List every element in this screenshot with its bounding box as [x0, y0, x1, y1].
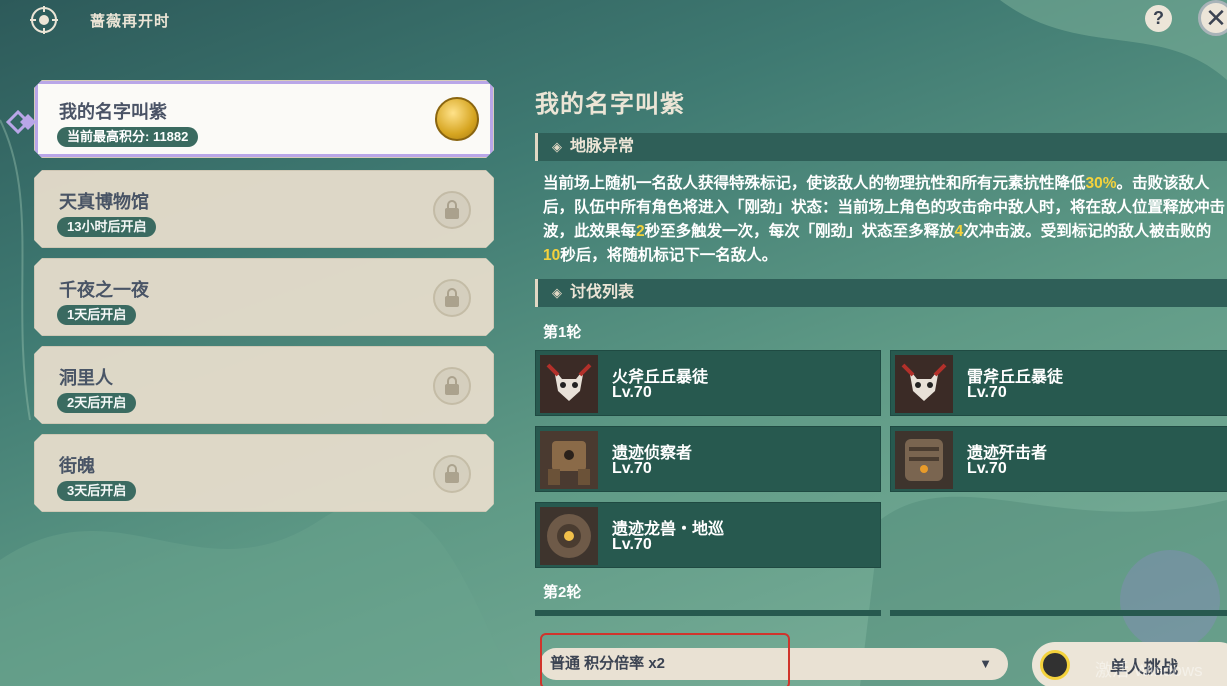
stage-title: 街魄	[59, 456, 95, 476]
enemy-card-partial	[535, 610, 881, 616]
event-name: 蔷薇再开时	[90, 13, 171, 30]
mode-select-value: 普通 积分倍率 x2	[550, 655, 666, 672]
enemy-card[interactable]: 火斧丘丘暴徒 Lv.70	[535, 350, 881, 416]
stage-card-locked[interactable]: 洞里人 2天后开启	[34, 346, 494, 424]
enemy-level: Lv.70	[967, 460, 1007, 477]
round-1-label: 第1轮	[543, 324, 582, 341]
stage-title: 千夜之一夜	[59, 280, 149, 300]
start-circle-icon	[1040, 650, 1070, 680]
desc-text: 秒后，将随机标记下一名敌人。	[560, 247, 778, 264]
enemy-portrait	[540, 355, 598, 413]
desc-text: 次冲击波。受到标记的敌人被击败的	[963, 223, 1212, 240]
windows-activation-watermark: 激活 Windows	[1095, 661, 1203, 680]
enemy-card[interactable]: 遗迹龙兽・地巡 Lv.70	[535, 502, 881, 568]
enemy-portrait	[895, 355, 953, 413]
desc-text: 当前场上随机一名敌人获得特殊标记，使该敌人的物理抗性和所有元素抗性降低	[543, 175, 1086, 192]
lock-icon	[433, 191, 471, 229]
enemy-level: Lv.70	[612, 536, 652, 553]
close-button[interactable]: ✕	[1198, 0, 1227, 36]
ley-line-header: ◈ 地脉异常	[535, 133, 1227, 161]
stage-card-locked[interactable]: 街魄 3天后开启	[34, 434, 494, 512]
chevron-down-icon: ▼	[979, 656, 992, 671]
enemy-level: Lv.70	[967, 384, 1007, 401]
stage-card-selected[interactable]: 我的名字叫紫 当前最高积分: 11882	[34, 80, 494, 158]
enemy-card-partial	[890, 610, 1227, 616]
desc-highlight: 4	[954, 223, 964, 240]
enemy-portrait	[895, 431, 953, 489]
stage-detail-title: 我的名字叫紫	[535, 91, 685, 118]
event-logo-icon	[30, 6, 58, 34]
desc-highlight: 30%	[1085, 175, 1117, 192]
stage-open-time-badge: 1天后开启	[57, 305, 136, 325]
help-button[interactable]: ?	[1145, 5, 1172, 32]
ley-line-description: 当前场上随机一名敌人获得特殊标记，使该敌人的物理抗性和所有元素抗性降低30%。击…	[543, 172, 1227, 268]
stage-open-time-badge: 13小时后开启	[57, 217, 156, 237]
stage-open-time-badge: 3天后开启	[57, 481, 136, 501]
medal-icon	[435, 97, 479, 141]
diamond-icon: ◈	[552, 285, 562, 300]
stage-title: 天真博物馆	[59, 192, 149, 212]
enemy-card[interactable]: 遗迹歼击者 Lv.70	[890, 426, 1227, 492]
enemy-list-header: ◈ 讨伐列表	[535, 279, 1227, 307]
lock-icon	[433, 279, 471, 317]
stage-card-locked[interactable]: 千夜之一夜 1天后开启	[34, 258, 494, 336]
lock-icon	[433, 455, 471, 493]
difficulty-mode-select[interactable]: 普通 积分倍率 x2 ▼	[540, 648, 1008, 680]
desc-highlight: 2	[636, 223, 645, 240]
enemy-portrait	[540, 431, 598, 489]
enemy-list-header-label: 讨伐列表	[570, 284, 635, 301]
stage-open-time-badge: 2天后开启	[57, 393, 136, 413]
stage-score-badge: 当前最高积分: 11882	[57, 127, 198, 147]
diamond-icon: ◈	[552, 139, 562, 154]
enemy-card[interactable]: 遗迹侦察者 Lv.70	[535, 426, 881, 492]
enemy-level: Lv.70	[612, 460, 652, 477]
selection-marker-icon	[6, 110, 36, 134]
lock-icon	[433, 367, 471, 405]
stage-title: 我的名字叫紫	[59, 102, 167, 122]
top-bar: 蔷薇再开时 ? ✕	[0, 0, 1227, 40]
enemy-card[interactable]: 雷斧丘丘暴徒 Lv.70	[890, 350, 1227, 416]
stage-card-locked[interactable]: 天真博物馆 13小时后开启	[34, 170, 494, 248]
stage-title: 洞里人	[59, 368, 113, 388]
desc-text: 秒至多触发一次，每次「刚劲」状态至多释放	[644, 223, 955, 240]
enemy-level: Lv.70	[612, 384, 652, 401]
round-2-label: 第2轮	[543, 584, 582, 601]
enemy-portrait	[540, 507, 598, 565]
desc-highlight: 10	[543, 247, 561, 264]
ley-line-header-label: 地脉异常	[570, 138, 635, 155]
